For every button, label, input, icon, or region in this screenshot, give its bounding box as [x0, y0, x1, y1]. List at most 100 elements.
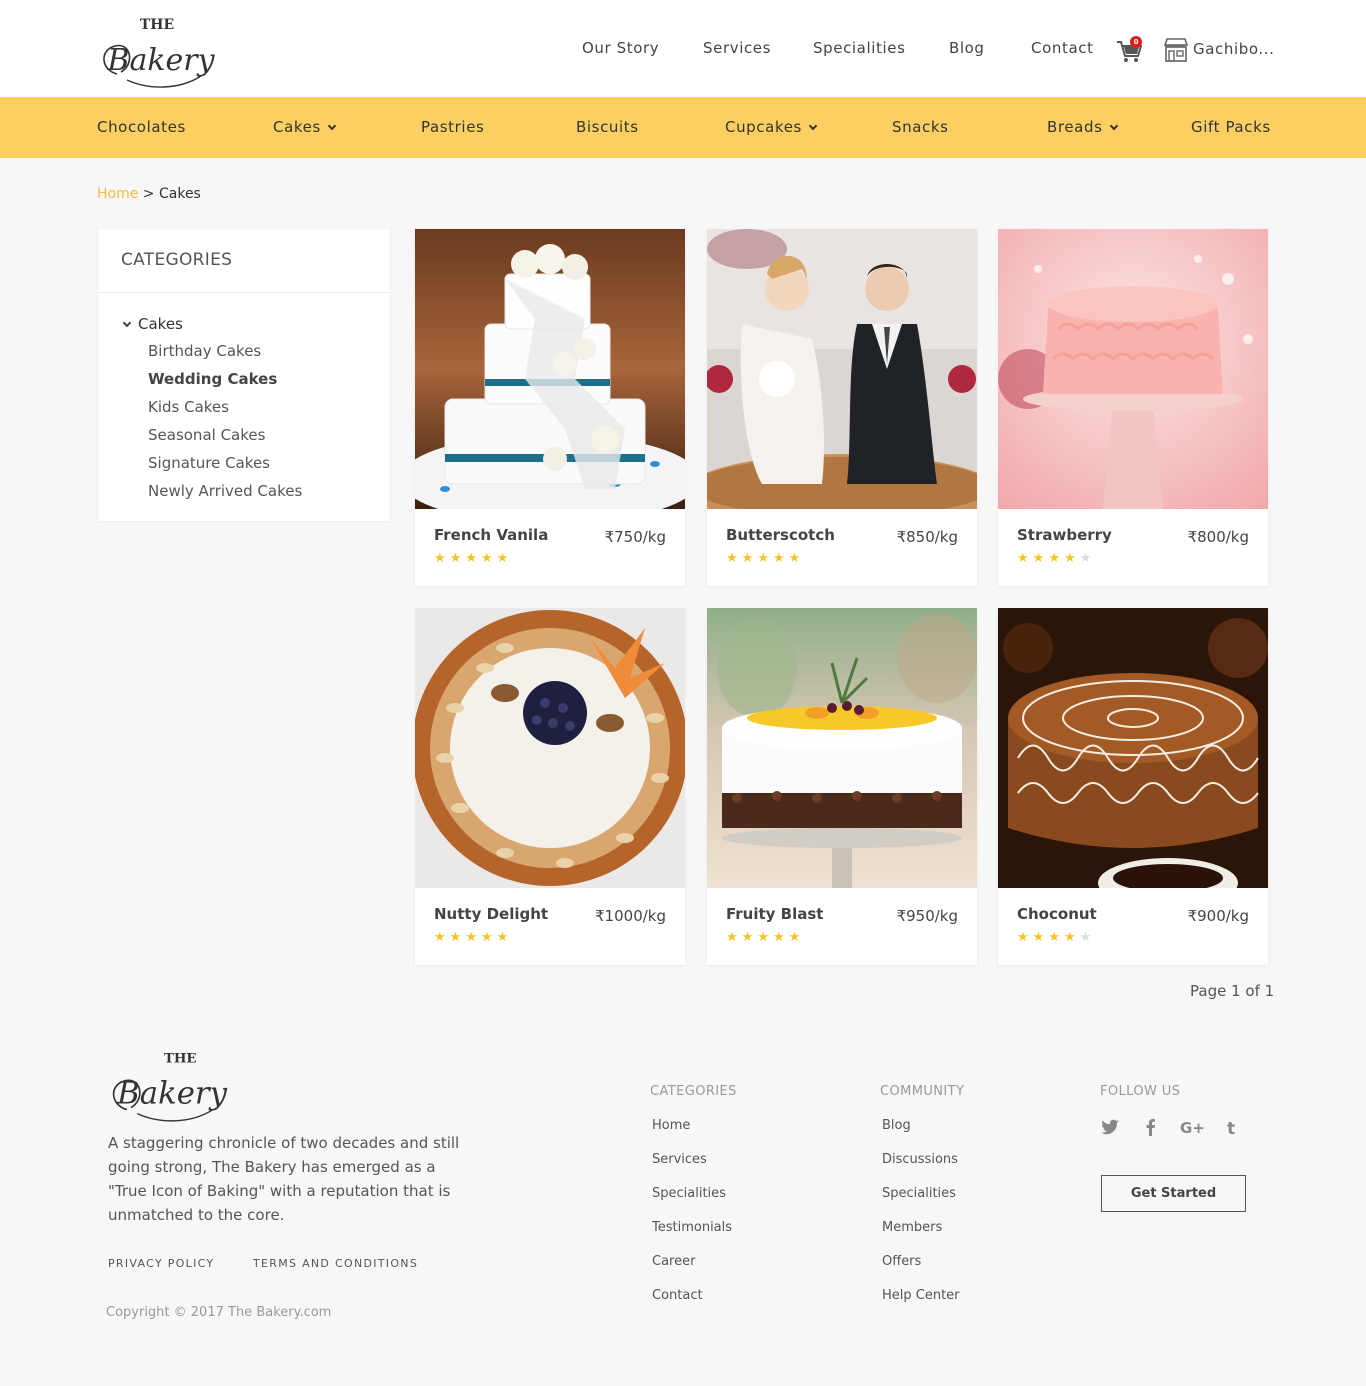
- product-card[interactable]: Butterscotch ₹850/kg ★★★★★: [707, 229, 977, 586]
- footer-link-home[interactable]: Home: [652, 1118, 690, 1133]
- category-cakes[interactable]: Cakes: [273, 118, 337, 136]
- footer-link-career[interactable]: Career: [652, 1254, 695, 1269]
- nav-specialities[interactable]: Specialities: [813, 39, 906, 57]
- star-empty-icon: ★: [1079, 551, 1096, 566]
- sidebar-item-birthday-cakes[interactable]: Birthday Cakes: [148, 342, 261, 360]
- svg-text:THE: THE: [164, 1050, 197, 1066]
- product-rating: ★★★★★: [1017, 930, 1095, 945]
- star-filled-icon: ★: [434, 551, 450, 566]
- footer-link-testimonials[interactable]: Testimonials: [652, 1220, 732, 1235]
- product-rating: ★★★★★: [434, 551, 512, 566]
- footer-link-members[interactable]: Members: [882, 1220, 942, 1235]
- star-filled-icon: ★: [480, 551, 497, 566]
- product-card[interactable]: Nutty Delight ₹1000/kg ★★★★★: [415, 608, 685, 965]
- footer-categories-title: CATEGORIES: [650, 1084, 737, 1099]
- sidebar-item-newly-arrived-cakes[interactable]: Newly Arrived Cakes: [148, 482, 302, 500]
- sidebar-item-kids-cakes[interactable]: Kids Cakes: [148, 398, 229, 416]
- star-filled-icon: ★: [741, 930, 758, 945]
- terms-link[interactable]: TERMS AND CONDITIONS: [253, 1257, 418, 1270]
- star-filled-icon: ★: [1063, 930, 1080, 945]
- product-image-nutty-delight[interactable]: [415, 608, 685, 888]
- footer-link-blog[interactable]: Blog: [882, 1118, 911, 1133]
- product-name[interactable]: Fruity Blast: [726, 905, 823, 923]
- product-name[interactable]: Butterscotch: [726, 526, 835, 544]
- nav-services[interactable]: Services: [703, 39, 771, 57]
- footer-link-offers[interactable]: Offers: [882, 1254, 921, 1269]
- category-gift-packs[interactable]: Gift Packs: [1191, 118, 1271, 136]
- footer-link-contact[interactable]: Contact: [652, 1288, 703, 1303]
- product-rating: ★★★★★: [726, 930, 804, 945]
- chevron-down-icon: [327, 121, 337, 131]
- sidebar-item-wedding-cakes[interactable]: Wedding Cakes: [148, 370, 277, 388]
- star-filled-icon: ★: [788, 551, 805, 566]
- star-filled-icon: ★: [741, 551, 758, 566]
- product-price: ₹900/kg: [1187, 907, 1249, 925]
- product-image-french-vanila[interactable]: [415, 229, 685, 509]
- star-filled-icon: ★: [434, 930, 450, 945]
- category-snacks[interactable]: Snacks: [892, 118, 949, 136]
- product-name[interactable]: Strawberry: [1017, 526, 1112, 544]
- product-card[interactable]: Strawberry ₹800/kg ★★★★★: [998, 229, 1268, 586]
- category-bar: Chocolates Cakes Pastries Biscuits Cupca…: [0, 97, 1366, 158]
- chevron-down-icon: [808, 121, 818, 131]
- product-price: ₹850/kg: [896, 528, 958, 546]
- svg-text:THE: THE: [140, 17, 174, 33]
- sidebar-title: CATEGORIES: [98, 229, 390, 293]
- star-filled-icon: ★: [496, 930, 513, 945]
- star-empty-icon: ★: [1079, 930, 1096, 945]
- product-image-strawberry[interactable]: [998, 229, 1268, 509]
- sidebar-item-signature-cakes[interactable]: Signature Cakes: [148, 454, 270, 472]
- footer-logo[interactable]: THE Bakery: [106, 1046, 232, 1128]
- tumblr-icon[interactable]: t: [1222, 1117, 1242, 1137]
- copyright: Copyright © 2017 The Bakery.com: [106, 1305, 332, 1320]
- star-filled-icon: ★: [449, 930, 466, 945]
- product-image-fruity-blast[interactable]: [707, 608, 977, 888]
- breadcrumb-separator: >: [138, 186, 159, 202]
- product-image-choconut[interactable]: [998, 608, 1268, 888]
- footer-link-specialities-community[interactable]: Specialities: [882, 1186, 956, 1201]
- sidebar-item-seasonal-cakes[interactable]: Seasonal Cakes: [148, 426, 265, 444]
- svg-text:t: t: [1227, 1119, 1235, 1137]
- nav-blog[interactable]: Blog: [949, 39, 985, 57]
- product-card[interactable]: French Vanila ₹750/kg ★★★★★: [415, 229, 685, 586]
- category-chocolates[interactable]: Chocolates: [97, 118, 186, 136]
- footer-link-services[interactable]: Services: [652, 1152, 707, 1167]
- product-price: ₹950/kg: [896, 907, 958, 925]
- cart-button[interactable]: 0: [1115, 36, 1145, 66]
- footer-link-specialities[interactable]: Specialities: [652, 1186, 726, 1201]
- footer-follow-title: FOLLOW US: [1100, 1084, 1181, 1099]
- star-filled-icon: ★: [1032, 930, 1049, 945]
- product-card[interactable]: Fruity Blast ₹950/kg ★★★★★: [707, 608, 977, 965]
- get-started-button[interactable]: Get Started: [1101, 1175, 1246, 1212]
- breadcrumb-home[interactable]: Home: [97, 186, 138, 202]
- nav-our-story[interactable]: Our Story: [582, 39, 659, 57]
- product-name[interactable]: Choconut: [1017, 905, 1097, 923]
- breadcrumb: Home > Cakes: [97, 186, 201, 202]
- facebook-icon[interactable]: [1141, 1117, 1161, 1137]
- category-pastries[interactable]: Pastries: [421, 118, 484, 136]
- category-biscuits[interactable]: Biscuits: [576, 118, 639, 136]
- footer-link-discussions[interactable]: Discussions: [882, 1152, 958, 1167]
- pagination-info: Page 1 of 1: [1190, 982, 1275, 1000]
- privacy-policy-link[interactable]: PRIVACY POLICY: [108, 1257, 214, 1270]
- star-filled-icon: ★: [1017, 930, 1033, 945]
- product-name[interactable]: French Vanila: [434, 526, 548, 544]
- star-filled-icon: ★: [1048, 551, 1064, 566]
- footer-community-title: COMMUNITY: [880, 1084, 965, 1099]
- nav-contact[interactable]: Contact: [1031, 39, 1094, 57]
- twitter-icon[interactable]: [1100, 1117, 1120, 1137]
- product-image-butterscotch[interactable]: [707, 229, 977, 509]
- footer-link-help-center[interactable]: Help Center: [882, 1288, 960, 1303]
- sidebar-parent-cakes[interactable]: Cakes: [122, 315, 183, 333]
- store-location[interactable]: Gachibo...: [1193, 40, 1274, 58]
- bakery-logo[interactable]: THE Bakery: [97, 12, 219, 92]
- category-breads[interactable]: Breads: [1047, 118, 1118, 136]
- category-cupcakes[interactable]: Cupcakes: [725, 118, 818, 136]
- star-filled-icon: ★: [1048, 930, 1064, 945]
- star-filled-icon: ★: [496, 551, 513, 566]
- google-plus-icon[interactable]: G+: [1180, 1117, 1204, 1137]
- star-filled-icon: ★: [465, 551, 481, 566]
- product-name[interactable]: Nutty Delight: [434, 905, 548, 923]
- store-icon[interactable]: [1163, 37, 1189, 63]
- product-card[interactable]: Choconut ₹900/kg ★★★★★: [998, 608, 1268, 965]
